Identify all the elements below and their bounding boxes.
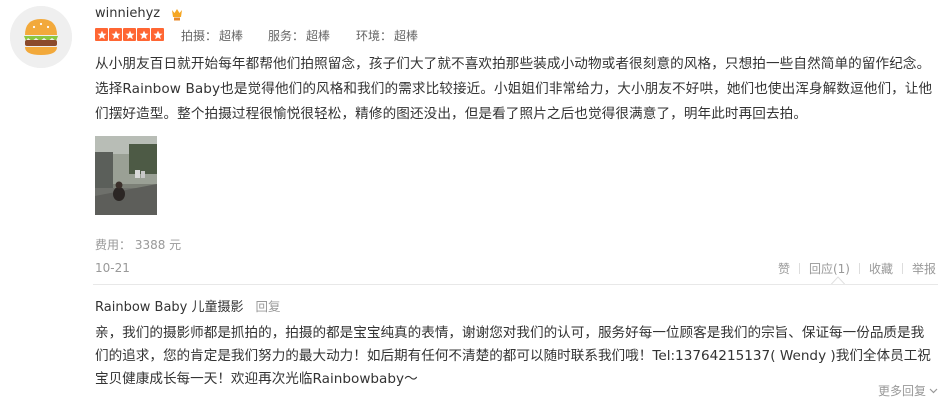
merchant-name[interactable]: Rainbow Baby 儿童摄影 (95, 300, 244, 315)
hamburger-avatar-icon (10, 6, 72, 68)
favorite-button[interactable]: 收藏 (869, 260, 893, 277)
score-value: 超棒 (394, 29, 419, 43)
avatar[interactable] (10, 6, 72, 68)
merchant-reply: Rainbow Baby 儿童摄影 回复 亲，我们的摄影师都是抓拍的，拍摄的都是宝… (93, 276, 938, 411)
score-value: 超棒 (219, 29, 244, 43)
more-replies-label: 更多回复 (877, 384, 926, 398)
like-button[interactable]: 赞 (778, 260, 790, 277)
merchant-reply-text: 亲，我们的摄影师都是抓拍的，拍摄的都是宝宝纯真的表情，谢谢您对我们的认可，服务好… (95, 325, 931, 387)
review-actions: 赞 回应(1) 收藏 举报 (778, 260, 936, 277)
username[interactable]: winniehyz (95, 6, 160, 21)
vip-badge-icon (171, 7, 183, 26)
review-date: 10-21 (95, 261, 130, 275)
merchant-reply-header: Rainbow Baby 儿童摄影 回复 (95, 296, 281, 315)
star-icon (151, 28, 164, 41)
divider (901, 263, 903, 274)
more-replies-link[interactable]: 更多回复 (878, 382, 938, 399)
score-label: 服务： (268, 29, 305, 43)
reply-link[interactable]: 回复 (256, 299, 281, 314)
rating-stars (95, 28, 164, 41)
report-button[interactable]: 举报 (912, 260, 936, 277)
chevron-down-icon (929, 388, 938, 393)
review-photo[interactable] (95, 136, 157, 215)
score-value: 超棒 (306, 29, 331, 43)
score-label: 拍摄： (181, 29, 218, 43)
reply-count-button[interactable]: 回应(1) (809, 260, 850, 277)
score-photography: 拍摄： 超棒 (181, 27, 243, 44)
star-icon (137, 28, 150, 41)
divider (858, 263, 860, 274)
reply-divider (93, 284, 938, 285)
score-service: 服务： 超棒 (268, 27, 330, 44)
star-icon (109, 28, 122, 41)
star-icon (95, 28, 108, 41)
score-environment: 环境： 超棒 (356, 27, 418, 44)
divider (798, 263, 800, 274)
star-icon (123, 28, 136, 41)
review-fee: 费用： 3388 元 (95, 238, 182, 252)
score-label: 环境： (356, 29, 393, 43)
review-text: 从小朋友百日就开始每年都帮他们拍照留念，孩子们大了就不喜欢拍那些装成小动物或者很… (95, 56, 933, 122)
